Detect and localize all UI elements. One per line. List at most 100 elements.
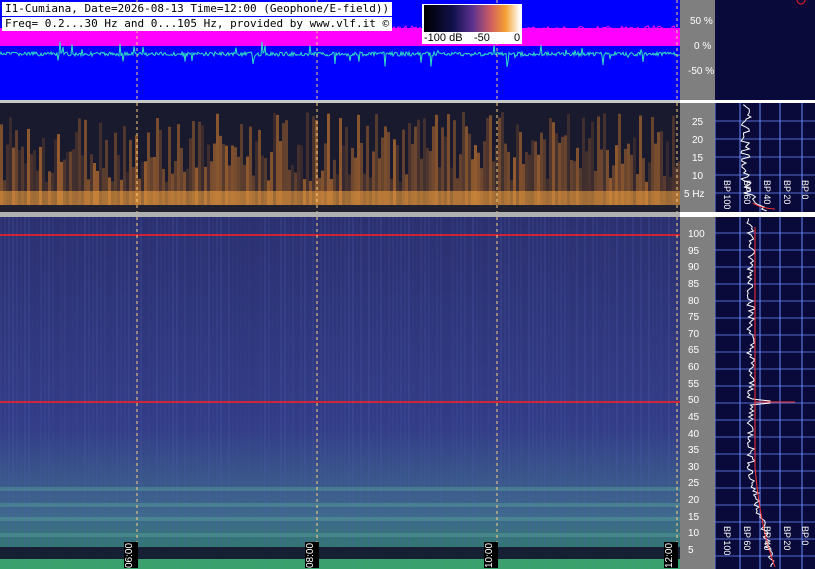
hf-texture [348,217,350,569]
spectrogram-high-panel [0,217,680,569]
hf-texture [448,217,450,569]
hf-texture [420,217,422,569]
hf-texture [24,217,26,569]
side-marker [796,0,806,5]
hf-texture [216,217,218,569]
y-tick: 10 [688,528,700,539]
hf-texture [460,217,462,569]
time-label: 10:00 [484,542,498,568]
hf-texture [16,217,18,569]
hf-texture [464,217,466,569]
hf-texture [444,217,446,569]
hf-texture [112,217,114,569]
hf-texture [180,217,182,569]
hf-texture [436,217,438,569]
y-tick: 65 [688,345,700,356]
vlf-screen: I1-Cumiana, Date=2026-08-13 Time=12:00 (… [0,0,815,569]
side-plot-top [796,0,806,5]
hf-texture [392,217,394,569]
hf-texture [632,217,634,569]
hf-texture [488,217,490,569]
hf-texture [140,217,142,569]
hf-texture [332,217,334,569]
hf-texture [272,217,274,569]
hf-texture [428,217,430,569]
hf-texture [128,217,130,569]
side-trace-red [754,227,776,568]
hf-texture [224,217,226,569]
y-tick: 50 [688,395,700,406]
y-tick: 75 [688,312,700,323]
hf-texture [176,217,178,569]
hf-texture [544,217,546,569]
hf-texture [472,217,474,569]
hf-texture [160,217,162,569]
y-tick: 25 [692,117,704,128]
hf-texture [624,217,626,569]
spectrogram-low-plot [0,103,680,212]
hf-texture [8,217,10,569]
y-tick: -50 % [688,66,715,77]
hf-texture [308,217,310,569]
hf-texture [584,217,586,569]
hf-texture [236,217,238,569]
y-tick: 55 [688,379,700,390]
hf-texture [72,217,74,569]
hf-texture [644,217,646,569]
hf-texture [108,217,110,569]
hf-texture [200,217,202,569]
hf-texture [256,217,258,569]
hf-texture [424,217,426,569]
hf-texture [384,217,386,569]
hf-texture [144,217,146,569]
hf-texture [560,217,562,569]
hf-texture [132,217,134,569]
hf-texture [264,217,266,569]
hf-texture [300,217,302,569]
hf-texture [408,217,410,569]
y-tick: 50 % [690,16,713,27]
hf-texture [564,217,566,569]
hf-texture [612,217,614,569]
hf-texture [244,217,246,569]
hf-texture [476,217,478,569]
hf-texture [588,217,590,569]
hf-texture [196,217,198,569]
y-tick: 0 % [694,41,712,52]
side-x-tick: BP 40 [762,526,772,551]
hf-texture [572,217,574,569]
hf-texture [276,217,278,569]
y-tick: 100 [688,229,705,240]
hf-band [0,503,680,507]
hf-texture [524,217,526,569]
hf-texture [520,217,522,569]
low-freq-glow [0,191,680,205]
hf-texture [324,217,326,569]
hf-texture [232,217,234,569]
header-line-1: I1-Cumiana, Date=2026-08-13 Time=12:00 (… [2,2,393,16]
hf-texture [96,217,98,569]
header: I1-Cumiana, Date=2026-08-13 Time=12:00 (… [2,2,393,32]
side-x-tick: BP 20 [782,180,792,205]
hf-texture [468,217,470,569]
hf-texture [500,217,502,569]
hf-texture [344,217,346,569]
hf-texture [40,217,42,569]
colorbar-label: -100 dB [424,32,463,44]
hf-texture [388,217,390,569]
hf-texture [100,217,102,569]
hf-texture [340,217,342,569]
hf-texture [124,217,126,569]
hf-texture [328,217,330,569]
hf-texture [636,217,638,569]
side-x-tick: BP 100 [722,526,732,556]
hf-texture [248,217,250,569]
hf-texture [440,217,442,569]
hf-texture [548,217,550,569]
hf-texture [576,217,578,569]
hf-texture [76,217,78,569]
hf-texture [432,217,434,569]
hf-texture [20,217,22,569]
hf-texture [360,217,362,569]
header-line-2: Freq= 0.2...30 Hz and 0...105 Hz, provid… [2,17,393,31]
